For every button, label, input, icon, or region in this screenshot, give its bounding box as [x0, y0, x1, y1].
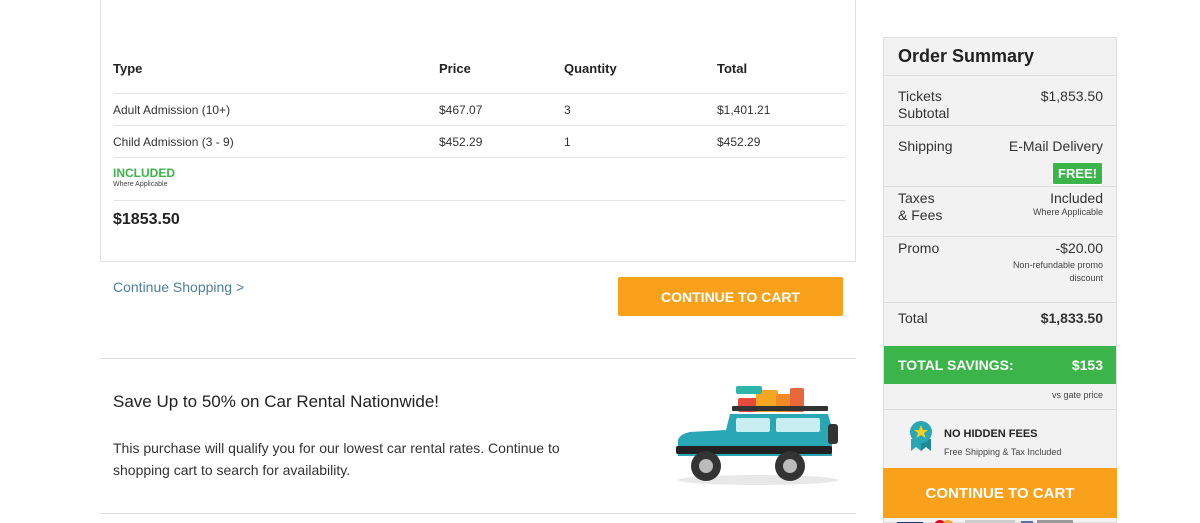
item-type: Child Admission (3 - 9) [113, 134, 234, 149]
table-header: Type Price Quantity Total [113, 44, 845, 94]
item-type: Adult Admission (10+) [113, 102, 231, 117]
free-shipping-badge: FREE! [1052, 162, 1103, 185]
grand-total: $1853.50 [113, 211, 180, 228]
savings-value: $153 [1071, 357, 1103, 373]
continue-shopping-link[interactable]: Continue Shopping > [113, 279, 244, 295]
payment-security-logos [895, 514, 1115, 523]
subtotal-label: Subtotal [898, 105, 950, 121]
savings-sub: vs gate price [1051, 390, 1103, 400]
header-quantity: Quantity [564, 61, 617, 76]
savings-label: TOTAL SAVINGS: [898, 357, 1014, 373]
cart-table: Type Price Quantity Total Adult Admissio… [113, 44, 845, 229]
no-hidden-fees-title: NO HIDDEN FEES [944, 428, 1038, 440]
tickets-label: Tickets [898, 88, 942, 104]
promo-sub-1: Non-refundable promo [1012, 260, 1103, 270]
item-quantity: 1 [564, 134, 571, 149]
car-rental-promo-title: Save Up to 50% on Car Rental Nationwide! [113, 392, 440, 411]
no-hidden-fees-sub: Free Shipping & Tax Included [944, 447, 1062, 457]
shipping-row: Shipping E-Mail Delivery FREE! [884, 126, 1116, 187]
total-label: Total [898, 310, 928, 326]
promo-row: Promo -$20.00 Non-refundable promo disco… [884, 237, 1116, 303]
included-sub: Where Applicable [113, 181, 168, 188]
taxes-value-wrap: Included Where Applicable [1033, 190, 1103, 219]
header-type: Type [113, 61, 143, 76]
tickets-subtotal-value: $1,853.50 [1040, 88, 1103, 104]
tickets-subtotal-row: Tickets Subtotal $1,853.50 [884, 76, 1116, 126]
sidebar-continue-to-cart-button[interactable]: CONTINUE TO CART [883, 468, 1117, 518]
order-summary-panel: Order Summary Tickets Subtotal $1,853.50… [883, 37, 1117, 523]
item-price: $467.07 [439, 102, 483, 117]
car-rental-promo-text: This purchase will qualify you for our l… [113, 440, 560, 478]
taxes-label: Taxes & Fees [898, 190, 942, 224]
total-value: $1,833.50 [1040, 310, 1103, 326]
taxes-sub: Where Applicable [1032, 207, 1103, 217]
table-row: Child Admission (3 - 9) $452.29 1 $452.2… [113, 126, 845, 158]
order-summary-title: Order Summary [884, 38, 1116, 76]
table-row: Adult Admission (10+) $467.07 3 $1,401.2… [113, 94, 845, 126]
continue-to-cart-button[interactable]: CONTINUE TO CART [618, 277, 843, 316]
no-hidden-fees-block: NO HIDDEN FEES Free Shipping & Tax Inclu… [884, 409, 1116, 463]
promo-value: -$20.00 [1055, 240, 1103, 256]
taxes-value: Included [1050, 190, 1103, 206]
header-total: Total [717, 61, 748, 76]
tickets-subtotal-label: Tickets Subtotal [898, 88, 949, 122]
free-badge-wrap: FREE! [1052, 162, 1103, 185]
promo-value-wrap: -$20.00 Non-refundable promo discount [1013, 240, 1103, 285]
taxes-row: Taxes & Fees Included Where Applicable [884, 187, 1116, 237]
promo-sub-2: discount [1069, 273, 1103, 283]
car-rental-jeep-icon [676, 386, 838, 485]
award-badge-icon [910, 421, 932, 451]
taxes-label-line2: & Fees [898, 207, 943, 223]
taxes-label-line1: Taxes [898, 190, 935, 206]
shipping-label: Shipping [898, 138, 953, 154]
header-price: Price [439, 61, 471, 76]
section-divider [100, 513, 856, 514]
item-price: $452.29 [439, 134, 483, 149]
payment-logos-icon [897, 520, 1073, 523]
total-savings-bar: TOTAL SAVINGS: $153 [884, 346, 1116, 384]
included-label: INCLUDED [113, 166, 175, 180]
total-row: Total $1,833.50 [884, 303, 1116, 336]
item-quantity: 3 [564, 102, 571, 117]
item-total: $452.29 [717, 134, 761, 149]
section-divider [100, 358, 856, 359]
promo-label: Promo [898, 240, 940, 256]
item-total: $1,401.21 [717, 102, 771, 117]
included-note: INCLUDED Where Applicable [113, 158, 845, 201]
cart-table-card: Type Price Quantity Total Adult Admissio… [100, 0, 856, 262]
shipping-value: E-Mail Delivery [1008, 138, 1103, 154]
